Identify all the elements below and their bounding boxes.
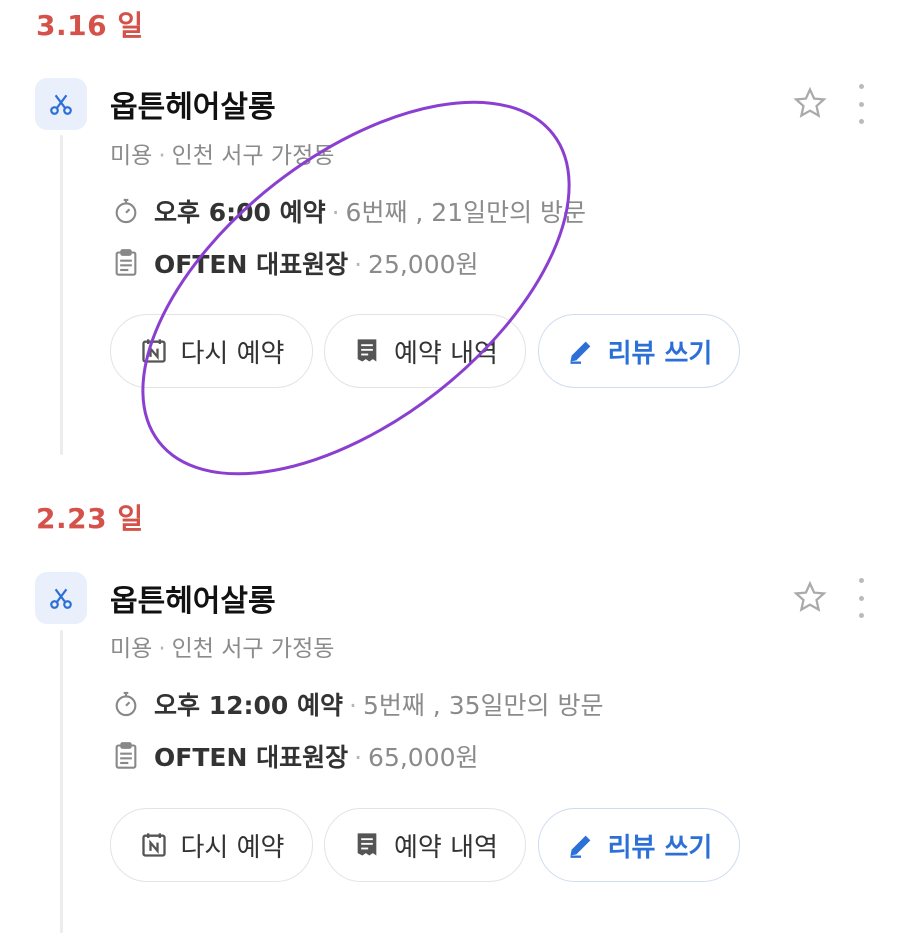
naver-calendar-icon [139,830,169,860]
scissors-icon [50,588,72,609]
category-icon [35,78,87,130]
more-icon[interactable] [848,84,874,124]
shop-name[interactable]: 옵튼헤어살롱 [110,82,276,126]
reservation-menu-row: OFTEN 대표원장 · 25,000원 [110,245,479,281]
star-icon[interactable] [793,86,827,120]
shop-name[interactable]: 옵튼헤어살롱 [110,576,276,620]
shop-subtitle: 미용 · 인천 서구 가정동 [110,136,334,170]
history-button[interactable]: 예약 내역 [324,808,526,882]
reservation-date: 3.16 일 [36,9,144,42]
star-icon[interactable] [793,580,827,614]
location-label: 인천 서구 가정동 [171,143,335,169]
separator-dot: · [349,691,357,720]
naver-calendar-icon [139,336,169,366]
clipboard-icon [110,247,142,279]
review-button[interactable]: 리뷰 쓰기 [538,314,740,388]
shop-subtitle: 미용 · 인천 서구 가정동 [110,629,334,663]
reservation-time-row: 오후 6:00 예약 · 6번째 , 21일만의 방문 [110,193,586,229]
separator-dot: · [354,250,363,279]
category-icon [35,572,87,624]
reservation-time: 오후 6:00 예약 [154,198,326,227]
history-label: 예약 내역 [394,338,498,369]
separator-dot: · [158,143,166,169]
more-icon[interactable] [848,578,874,618]
reservation-date: 2.23 일 [36,502,144,535]
clipboard-icon [110,740,142,772]
receipt-icon [352,830,382,860]
stopwatch-icon [110,688,142,720]
separator-dot: · [354,743,363,772]
pencil-icon [566,830,596,860]
rebook-button[interactable]: 다시 예약 [110,314,313,388]
reservation-menu-row: OFTEN 대표원장 · 65,000원 [110,738,479,774]
review-label: 리뷰 쓰기 [607,832,713,863]
category-label: 미용 [110,143,153,169]
scissors-icon [50,94,72,115]
history-button[interactable]: 예약 내역 [324,314,526,388]
visit-info: 5번째 , 35일만의 방문 [362,691,604,720]
visit-info: 6번째 , 21일만의 방문 [345,198,587,227]
pencil-icon [566,336,596,366]
review-button[interactable]: 리뷰 쓰기 [538,808,740,882]
separator-dot: · [331,198,340,227]
separator-dot: · [158,636,166,662]
timeline-line [60,135,63,455]
category-label: 미용 [110,636,153,662]
timeline-line [60,630,63,933]
reservation-time-row: 오후 12:00 예약 · 5번째 , 35일만의 방문 [110,686,603,722]
price: 25,000원 [368,250,479,279]
history-label: 예약 내역 [394,832,498,863]
price: 65,000원 [368,743,479,772]
stopwatch-icon [110,195,142,227]
review-label: 리뷰 쓰기 [607,338,713,369]
reservation-time: 오후 12:00 예약 [154,691,343,720]
menu-name: OFTEN 대표원장 [154,743,349,772]
location-label: 인천 서구 가정동 [171,636,335,662]
rebook-label: 다시 예약 [180,338,285,369]
menu-name: OFTEN 대표원장 [154,250,349,279]
rebook-button[interactable]: 다시 예약 [110,808,313,882]
rebook-label: 다시 예약 [180,832,285,863]
receipt-icon [352,336,382,366]
